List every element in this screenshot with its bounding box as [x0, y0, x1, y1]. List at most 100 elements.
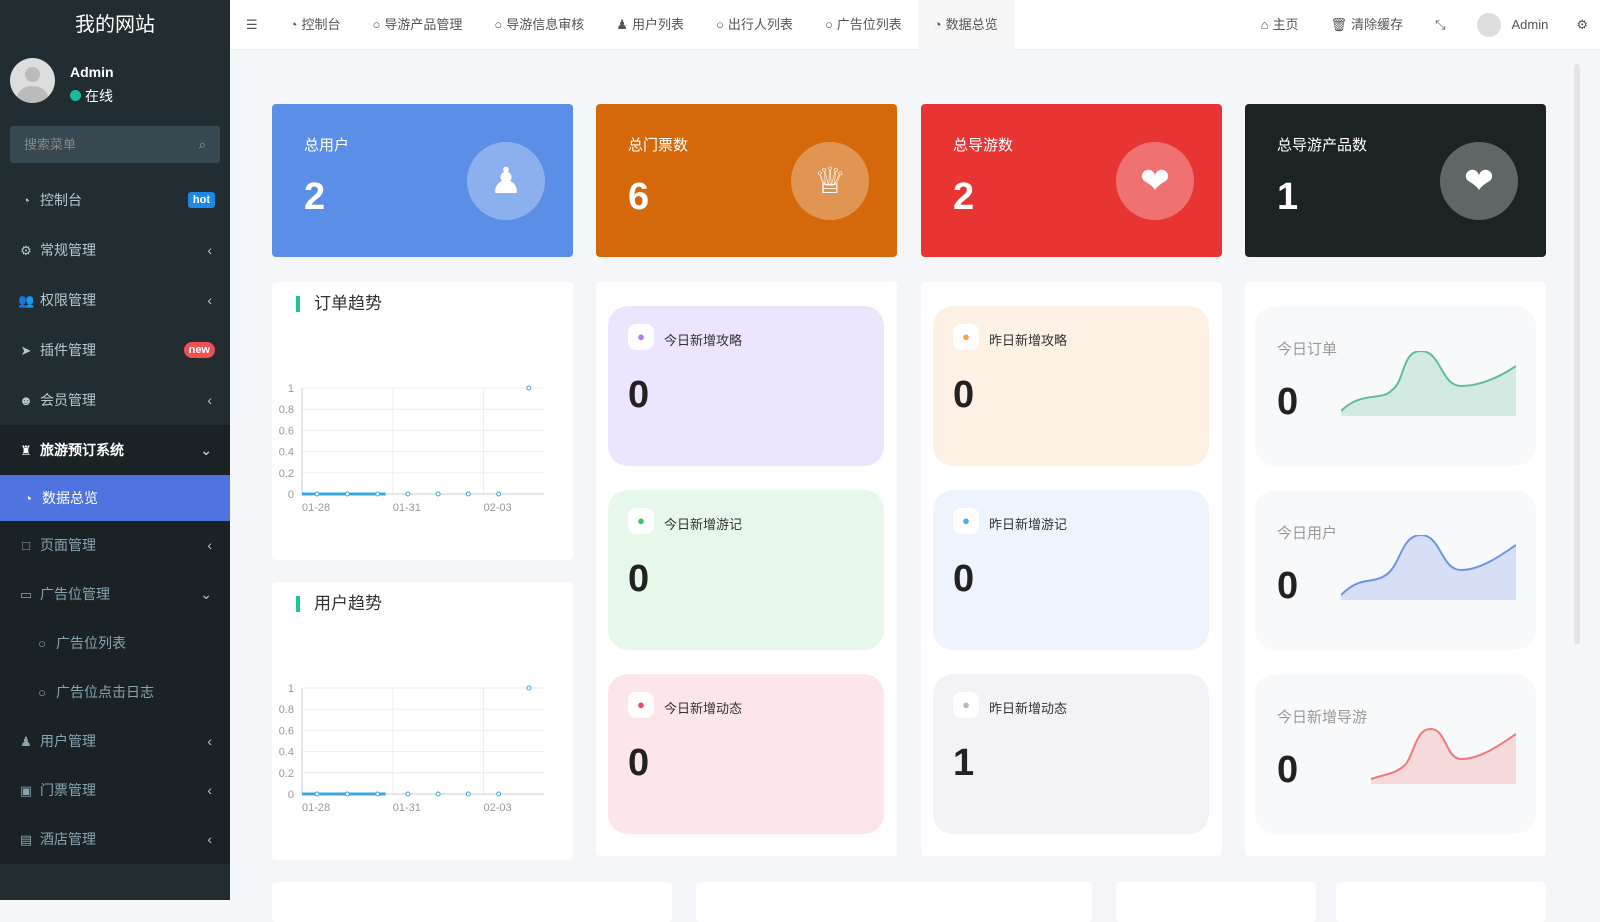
data-point[interactable]	[405, 791, 411, 797]
data-point[interactable]	[344, 791, 350, 797]
sparkline-card[interactable]: 今日用户 0	[1255, 490, 1536, 650]
spark-value: 0	[1277, 565, 1299, 607]
data-point[interactable]	[496, 491, 502, 497]
sidebar-item[interactable]: ⚙ 常规管理 ‹	[0, 225, 230, 275]
fullscreen-button[interactable]: ⤡	[1419, 0, 1461, 50]
data-point[interactable]	[375, 791, 381, 797]
search-icon[interactable]: ⌕	[199, 126, 206, 163]
data-point[interactable]	[465, 491, 471, 497]
sparkline-area	[1341, 535, 1516, 600]
data-point[interactable]	[465, 791, 471, 797]
data-point[interactable]	[526, 685, 532, 691]
box-value: 0	[628, 558, 650, 600]
stat-card[interactable]: 总门票数 6 ♕	[596, 104, 897, 257]
menu-search-input[interactable]: 搜索菜单 ⌕	[10, 126, 220, 163]
spark-value: 0	[1277, 381, 1299, 423]
sidebar-item[interactable]: ➤ 插件管理 new	[0, 325, 230, 375]
count-box[interactable]: ● 昨日新增动态 1	[933, 674, 1209, 834]
stat-card[interactable]: 总导游数 2 ❤	[921, 104, 1222, 257]
menu-icon: ☰	[246, 16, 258, 32]
y-tick-label: 1	[288, 683, 294, 695]
sidebar-subitem[interactable]: □ 页面管理 ‹	[0, 521, 230, 570]
line-chart: 0 0.2 0.4 0.6 0.8 1 01-28 01-31 02-03	[279, 383, 544, 514]
count-box[interactable]: ● 今日新增游记 0	[608, 490, 884, 650]
data-point[interactable]	[375, 491, 381, 497]
stat-title: 总门票数	[628, 137, 689, 154]
trend-chart-panel: 订单趋势 0 0.2 0.4 0.6 0.8 1 01-28 01-31 02-03	[272, 282, 573, 560]
online-dot-icon	[70, 90, 81, 101]
user-name: Admin	[70, 64, 114, 80]
sidebar-subitem[interactable]: ○ 广告位点击日志	[0, 668, 230, 717]
tab[interactable]: ◔ 控制台	[274, 0, 357, 50]
data-point[interactable]	[435, 791, 441, 797]
toggle-sidebar-button[interactable]: ☰	[230, 0, 274, 50]
data-point[interactable]	[405, 491, 411, 497]
x-tick-label: 01-28	[302, 502, 330, 514]
dashboard-icon: ◔	[933, 16, 942, 32]
sidebar-subitem[interactable]: ○ 广告位列表	[0, 619, 230, 668]
chevron-left-icon: ‹	[207, 292, 212, 308]
settings-button[interactable]: ⚙	[1564, 0, 1600, 50]
sidebar-item[interactable]: ◔ 控制台 hot	[0, 175, 230, 225]
sidebar-item[interactable]: ☻ 会员管理 ‹	[0, 375, 230, 425]
spark-value: 0	[1277, 749, 1299, 791]
tab[interactable]: ○ 广告位列表	[809, 0, 918, 50]
menu-badge: new	[183, 342, 215, 358]
count-box[interactable]: ● 今日新增动态 0	[608, 674, 884, 834]
sidebar-subitem[interactable]: ▭ 广告位管理 ⌄	[0, 570, 230, 619]
circle-icon: ○	[38, 685, 46, 700]
clear-cache-button[interactable]: 🗑 清除缓存	[1315, 0, 1420, 50]
data-point[interactable]	[435, 491, 441, 497]
tab[interactable]: ○ 导游产品管理	[357, 0, 479, 50]
data-point[interactable]	[344, 491, 350, 497]
sidebar-item[interactable]: 👥 权限管理 ‹	[0, 275, 230, 325]
card-icon: ▭	[19, 587, 33, 602]
scrollbar[interactable]	[1574, 64, 1580, 644]
trend-chart-panel: 用户趋势 0 0.2 0.4 0.6 0.8 1 01-28 01-31 02-03	[272, 582, 573, 860]
box-title: 今日新增攻略	[664, 333, 743, 348]
stat-card[interactable]: 总用户 2 ♟	[272, 104, 573, 257]
sparkline-card[interactable]: 今日新增导游 0	[1255, 674, 1536, 834]
count-box[interactable]: ● 昨日新增攻略 0	[933, 306, 1209, 466]
tab[interactable]: ○ 出行人列表	[700, 0, 809, 50]
count-box[interactable]: ● 今日新增攻略 0	[608, 306, 884, 466]
stat-card[interactable]: 总导游产品数 1 ❤	[1245, 104, 1546, 257]
admin-menu[interactable]: Admin	[1461, 0, 1564, 50]
stat-title: 总导游数	[953, 137, 1014, 154]
box-icon: ●	[953, 692, 979, 718]
box-icon: ●	[953, 508, 979, 534]
stat-title: 总导游产品数	[1277, 137, 1368, 154]
data-point[interactable]	[496, 791, 502, 797]
box-title: 今日新增游记	[664, 517, 743, 532]
sidebar-subitem[interactable]: ▤ 酒店管理 ‹	[0, 815, 230, 864]
user-status: 在线	[70, 86, 113, 106]
home-icon: ⌂	[1260, 16, 1269, 32]
data-point[interactable]	[314, 791, 320, 797]
sidebar-subitem[interactable]: ◔ 数据总览	[0, 475, 230, 521]
circle-icon: ○	[372, 16, 381, 32]
sparkline-card[interactable]: 今日订单 0	[1255, 306, 1536, 466]
x-tick-label: 01-31	[393, 502, 421, 514]
sparkline	[1341, 535, 1516, 600]
home-link[interactable]: ⌂ 主页	[1245, 0, 1315, 50]
tab[interactable]: ○ 导游信息审核	[478, 0, 600, 50]
sidebar-subitem[interactable]: ♟ 用户管理 ‹	[0, 717, 230, 766]
count-box[interactable]: ● 昨日新增游记 0	[933, 490, 1209, 650]
tab[interactable]: ◔ 数据总览	[917, 0, 1014, 50]
sparkline	[1370, 727, 1516, 784]
data-point[interactable]	[526, 385, 532, 391]
tab[interactable]: ♟ 用户列表	[600, 0, 700, 50]
chevron-left-icon: ‹	[207, 537, 212, 553]
site-logo[interactable]: 我的网站	[0, 0, 230, 50]
data-point[interactable]	[314, 491, 320, 497]
box-title: 昨日新增游记	[989, 517, 1068, 532]
box-icon: ●	[628, 508, 654, 534]
box-value: 1	[953, 742, 975, 784]
box-value: 0	[953, 558, 975, 600]
sidebar-item[interactable]: ♜ 旅游预订系统 ⌄	[0, 425, 230, 475]
circle-icon: ○	[824, 16, 833, 32]
y-tick-label: 0.4	[279, 447, 294, 459]
sidebar-subitem[interactable]: ▣ 门票管理 ‹	[0, 766, 230, 815]
header-right: ⌂ 主页 🗑 清除缓存 ⤡ Admin ⚙	[1245, 0, 1600, 50]
x-tick-label: 02-03	[484, 802, 512, 814]
